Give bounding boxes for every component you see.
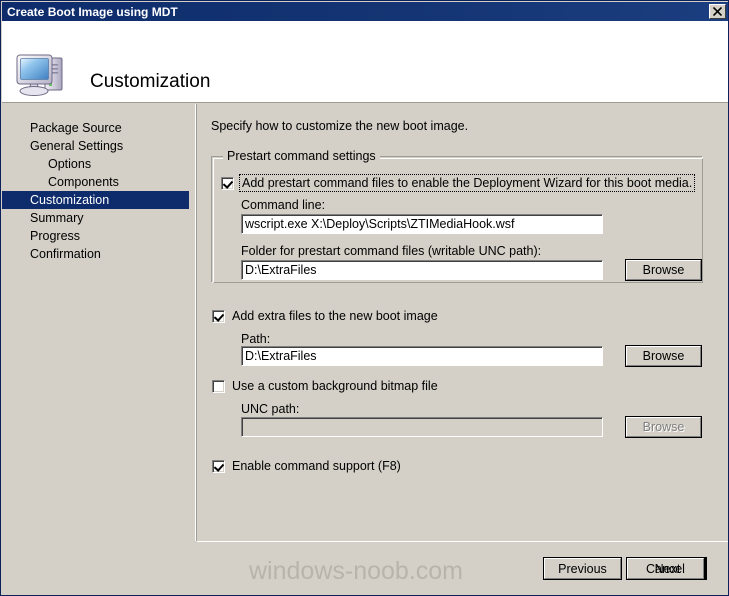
custom-background-label: Use a custom background bitmap file bbox=[232, 379, 438, 393]
prestart-folder-input[interactable]: D:\ExtraFiles bbox=[241, 260, 603, 280]
extra-files-browse-button[interactable]: Browse bbox=[625, 345, 702, 367]
main-content: Specify how to customize the new boot im… bbox=[197, 104, 728, 541]
footer-bar: Previous Next Cancel bbox=[2, 542, 728, 595]
prestart-command-label: Add prestart command files to enable the… bbox=[238, 174, 696, 192]
prestart-command-checkbox[interactable] bbox=[221, 177, 234, 190]
sidebar-item-general-settings[interactable]: General Settings bbox=[2, 137, 196, 155]
title-bar: Create Boot Image using MDT bbox=[2, 2, 728, 21]
enable-command-support-checkbox-row[interactable]: Enable command support (F8) bbox=[212, 459, 401, 473]
prestart-folder-browse-button[interactable]: Browse bbox=[625, 259, 702, 281]
sidebar-item-confirmation[interactable]: Confirmation bbox=[2, 245, 196, 263]
close-icon[interactable] bbox=[709, 4, 726, 19]
wizard-step-list: Package Source General Settings Options … bbox=[2, 119, 196, 263]
header-banner: Customization bbox=[2, 21, 728, 103]
add-extra-files-checkbox[interactable] bbox=[212, 310, 225, 323]
sidebar-item-package-source[interactable]: Package Source bbox=[2, 119, 196, 137]
enable-command-support-label: Enable command support (F8) bbox=[232, 459, 401, 473]
command-line-label: Command line: bbox=[241, 198, 326, 212]
sidebar-item-components[interactable]: Components bbox=[2, 173, 196, 191]
prestart-command-checkbox-row[interactable]: Add prestart command files to enable the… bbox=[221, 174, 696, 192]
extra-files-path-label: Path: bbox=[241, 332, 271, 346]
sidebar-item-progress[interactable]: Progress bbox=[2, 227, 196, 245]
prestart-folder-label: Folder for prestart command files (writa… bbox=[241, 244, 542, 258]
previous-button[interactable]: Previous bbox=[543, 557, 622, 580]
custom-background-checkbox-row[interactable]: Use a custom background bitmap file bbox=[212, 379, 438, 393]
intro-text: Specify how to customize the new boot im… bbox=[211, 119, 469, 133]
sidebar-item-customization[interactable]: Customization bbox=[2, 191, 189, 209]
close-x-glyph bbox=[713, 7, 722, 16]
page-title: Customization bbox=[90, 71, 211, 92]
groupbox-legend: Prestart command settings bbox=[223, 149, 380, 163]
enable-command-support-checkbox[interactable] bbox=[212, 460, 225, 473]
unc-path-label: UNC path: bbox=[241, 402, 300, 416]
cancel-button[interactable]: Cancel bbox=[626, 557, 705, 580]
computer-monitor-icon bbox=[14, 47, 70, 99]
add-extra-files-label: Add extra files to the new boot image bbox=[232, 309, 438, 323]
add-extra-files-checkbox-row[interactable]: Add extra files to the new boot image bbox=[212, 309, 438, 323]
window-title: Create Boot Image using MDT bbox=[7, 4, 178, 19]
wizard-step-sidebar: Package Source General Settings Options … bbox=[2, 104, 196, 541]
wizard-window: Create Boot Image using MDT Customizatio… bbox=[0, 0, 729, 596]
command-line-input[interactable]: wscript.exe X:\Deploy\Scripts\ZTIMediaHo… bbox=[241, 214, 603, 234]
extra-files-path-input[interactable]: D:\ExtraFiles bbox=[241, 346, 603, 366]
unc-path-input[interactable] bbox=[241, 417, 603, 437]
sidebar-item-summary[interactable]: Summary bbox=[2, 209, 196, 227]
custom-background-checkbox[interactable] bbox=[212, 380, 225, 393]
unc-path-browse-button: Browse bbox=[625, 416, 702, 438]
sidebar-item-options[interactable]: Options bbox=[2, 155, 196, 173]
